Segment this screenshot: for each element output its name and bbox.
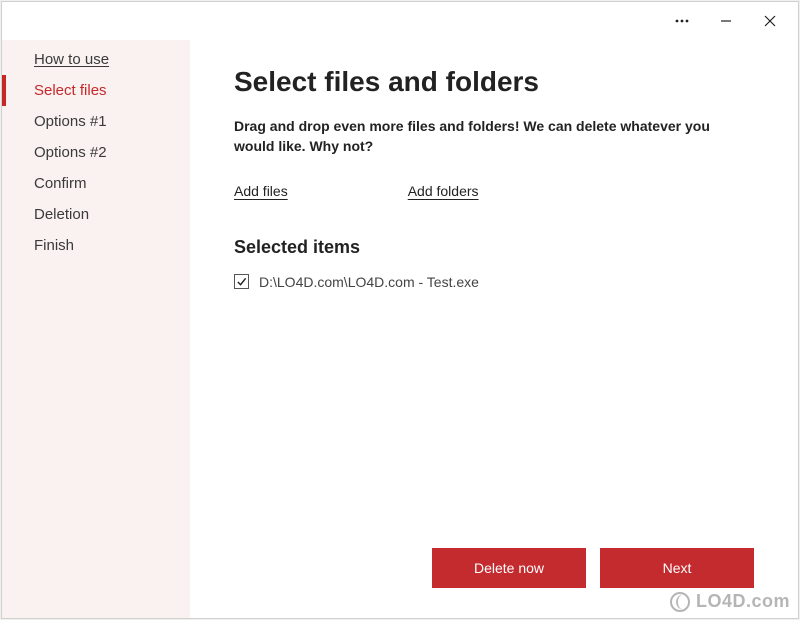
selected-items-heading: Selected items <box>234 237 754 258</box>
sidebar-item-deletion[interactable]: Deletion <box>2 199 190 230</box>
sidebar-item-label: Options #2 <box>34 144 107 161</box>
add-files-link[interactable]: Add files <box>234 183 288 199</box>
instructions-text: Drag and drop even more files and folder… <box>234 116 754 157</box>
sidebar-item-options-2[interactable]: Options #2 <box>2 137 190 168</box>
next-button[interactable]: Next <box>600 548 754 588</box>
page-title: Select files and folders <box>234 66 754 98</box>
sidebar-item-label: How to use <box>34 51 109 68</box>
close-icon <box>764 15 776 27</box>
sidebar-item-options-1[interactable]: Options #1 <box>2 106 190 137</box>
spacer <box>234 290 754 548</box>
add-folders-link[interactable]: Add folders <box>408 183 479 199</box>
sidebar-item-confirm[interactable]: Confirm <box>2 168 190 199</box>
sidebar-item-how-to-use[interactable]: How to use <box>2 44 190 75</box>
more-button[interactable] <box>660 6 704 36</box>
sidebar-item-label: Deletion <box>34 206 89 223</box>
main-panel: Select files and folders Drag and drop e… <box>190 40 798 618</box>
window-body: How to use Select files Options #1 Optio… <box>2 40 798 618</box>
minimize-button[interactable] <box>704 6 748 36</box>
check-icon <box>236 276 247 287</box>
app-window: How to use Select files Options #1 Optio… <box>1 1 799 619</box>
sidebar-item-label: Confirm <box>34 175 87 192</box>
selected-item-row: D:\LO4D.com\LO4D.com - Test.exe <box>234 274 754 290</box>
close-button[interactable] <box>748 6 792 36</box>
sidebar-item-select-files[interactable]: Select files <box>2 75 190 106</box>
sidebar-item-label: Options #1 <box>34 113 107 130</box>
sidebar-item-label: Select files <box>34 82 107 99</box>
item-path: D:\LO4D.com\LO4D.com - Test.exe <box>259 274 479 290</box>
sidebar-item-finish[interactable]: Finish <box>2 230 190 261</box>
footer-buttons: Delete now Next <box>234 548 754 598</box>
minimize-icon <box>720 15 732 27</box>
item-checkbox[interactable] <box>234 274 249 289</box>
more-icon <box>674 13 690 29</box>
titlebar <box>2 2 798 40</box>
delete-now-button[interactable]: Delete now <box>432 548 586 588</box>
wizard-sidebar: How to use Select files Options #1 Optio… <box>2 40 190 618</box>
action-links-row: Add files Add folders <box>234 183 754 199</box>
sidebar-item-label: Finish <box>34 237 74 254</box>
